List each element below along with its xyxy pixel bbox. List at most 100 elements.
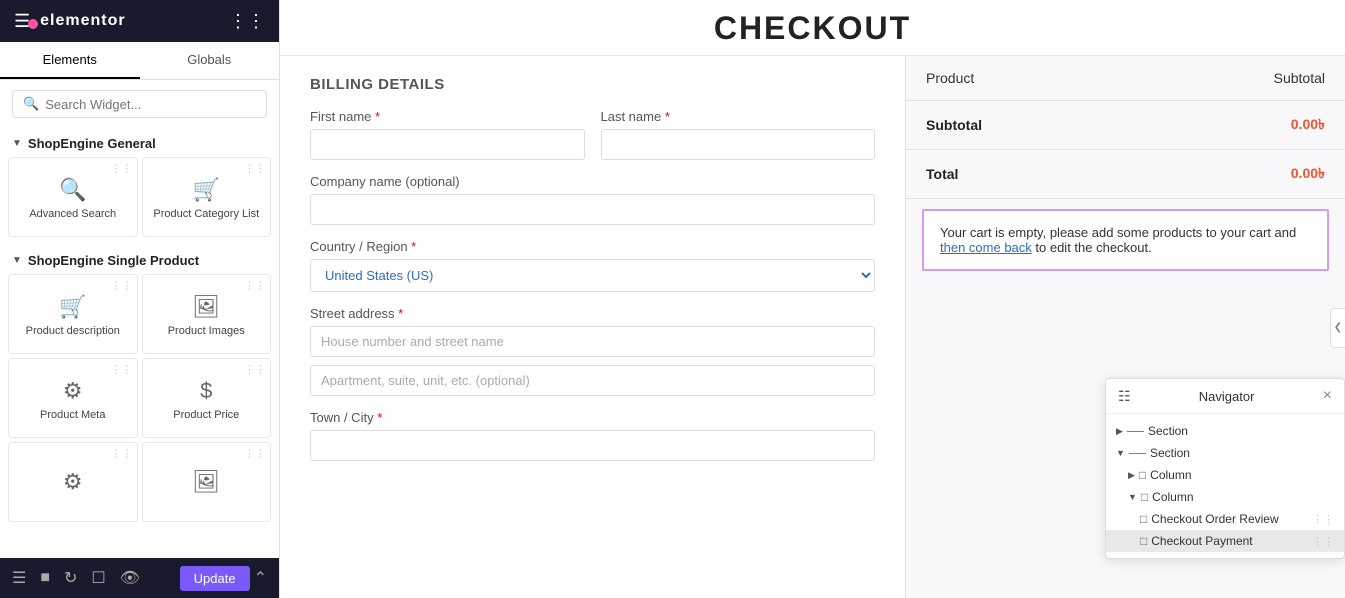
cart-empty-notice: Your cart is empty, please add some prod… [922, 209, 1329, 271]
widget-product-images[interactable]: ⋮⋮ 🖼 Product Images [142, 274, 272, 354]
chevron-up-button[interactable]: ⌃ [254, 568, 267, 588]
form-row-name: First name * Last name * [310, 109, 875, 160]
country-label: Country / Region * [310, 239, 875, 254]
sidebar: ☰ elementor ⋮⋮ Elements Globals 🔍 ▼ Shop… [0, 0, 280, 598]
widget-label-advanced-search: Advanced Search [29, 207, 116, 221]
app-container: ☰ elementor ⋮⋮ Elements Globals 🔍 ▼ Shop… [0, 0, 1345, 598]
nav-column-icon-1: □ [1139, 468, 1146, 482]
last-name-required: * [665, 109, 670, 124]
form-group-city: Town / City * [310, 410, 875, 461]
widget-product-price[interactable]: ⋮⋮ $ Product Price [142, 358, 272, 438]
search-input[interactable] [45, 97, 256, 112]
city-input[interactable] [310, 430, 875, 461]
nav-arrow-section-1: ▶ [1116, 426, 1123, 437]
widget-drag-handle-2: ⋮⋮ [244, 162, 266, 175]
widget-product-description[interactable]: ⋮⋮ 🛒 Product description [8, 274, 138, 354]
subtotal-value: 0.00৳ [1131, 101, 1345, 150]
advanced-search-icon: 🔍 [59, 177, 86, 203]
navigator-close-button[interactable]: × [1323, 387, 1332, 405]
order-summary: Product Subtotal Subtotal 0.00৳ Total 0.… [905, 56, 1345, 598]
widget-label-product-description: Product description [26, 324, 120, 338]
company-label: Company name (optional) [310, 174, 875, 189]
widget-product-category-list[interactable]: ⋮⋮ 🛒 Product Category List [142, 157, 272, 237]
panels-icon[interactable]: ■ [40, 569, 50, 587]
section-arrow-general: ▼ [12, 138, 22, 149]
widget-drag-handle-6: ⋮⋮ [244, 363, 266, 376]
nav-column-icon-2: □ [1141, 490, 1148, 504]
nav-arrow-column-2: ▼ [1128, 492, 1137, 502]
section-shopengine-general[interactable]: ▼ ShopEngine General [0, 128, 279, 157]
nav-item-checkout-order-review[interactable]: □ Checkout Order Review ⋮⋮ [1106, 508, 1344, 530]
grid-icon[interactable]: ⋮⋮ [229, 11, 265, 32]
nav-section-icon-1: ── [1127, 424, 1144, 438]
nav-checkout-order-label: Checkout Order Review [1151, 512, 1308, 526]
tab-globals[interactable]: Globals [140, 42, 280, 79]
first-name-label: First name * [310, 109, 585, 124]
sidebar-tabs: Elements Globals [0, 42, 279, 80]
update-button[interactable]: Update [180, 566, 250, 591]
widget-drag-handle-8: ⋮⋮ [244, 447, 266, 460]
widget-advanced-search[interactable]: ⋮⋮ 🔍 Advanced Search [8, 157, 138, 237]
navigator-panel: ☷ Navigator × ▶ ── Section ▼ [1105, 378, 1345, 559]
total-label: Total [906, 150, 1131, 199]
section-shopengine-single-product[interactable]: ▼ ShopEngine Single Product [0, 245, 279, 274]
street-input[interactable] [310, 326, 875, 357]
nav-drag-checkout-payment: ⋮⋮ [1312, 535, 1334, 548]
widget-drag-handle-3: ⋮⋮ [111, 279, 133, 292]
nav-section-2-label: Section [1150, 446, 1334, 460]
widget-product-meta[interactable]: ⋮⋮ ⚙ Product Meta [8, 358, 138, 438]
form-group-street: Street address * [310, 306, 875, 396]
widget-6[interactable]: ⋮⋮ 🖼 [142, 442, 272, 522]
col-product: Product [906, 56, 1131, 101]
form-group-first-name: First name * [310, 109, 585, 160]
nav-checkout-payment-icon: □ [1140, 534, 1147, 548]
nav-checkout-order-icon: □ [1140, 512, 1147, 526]
apartment-input[interactable] [310, 365, 875, 396]
billing-title: BILLING DETAILS [310, 76, 875, 93]
bottom-bar: ☰ ■ ↻ ☐ 👁 Update ⌃ [0, 558, 279, 598]
header-left: ☰ elementor [14, 11, 126, 32]
total-value: 0.00৳ [1131, 150, 1345, 199]
nav-arrow-section-2: ▼ [1116, 448, 1125, 458]
nav-column-1-label: Column [1150, 468, 1334, 482]
nav-item-column-2[interactable]: ▼ □ Column [1106, 486, 1344, 508]
section-arrow-single: ▼ [12, 255, 22, 266]
responsive-icon[interactable]: ☐ [91, 568, 105, 588]
collapse-button[interactable]: ❮ [1330, 308, 1345, 348]
widget-label-product-price: Product Price [173, 408, 239, 422]
widget-drag-handle-5: ⋮⋮ [111, 363, 133, 376]
widget-label-product-images: Product Images [168, 324, 245, 338]
product-meta-icon: ⚙ [63, 378, 83, 404]
col-subtotal: Subtotal [1131, 56, 1345, 101]
section-title-single: ShopEngine Single Product [28, 253, 199, 268]
company-input[interactable] [310, 194, 875, 225]
nav-arrow-column-1: ▶ [1128, 470, 1135, 481]
nav-item-column-1[interactable]: ▶ □ Column [1106, 464, 1344, 486]
app-logo: elementor [40, 12, 125, 30]
widget-drag-handle: ⋮⋮ [111, 162, 133, 175]
page-body: BILLING DETAILS First name * Last name * [280, 56, 1345, 598]
history-icon[interactable]: ↻ [64, 568, 77, 588]
last-name-input[interactable] [601, 129, 876, 160]
section-title-general: ShopEngine General [28, 136, 156, 151]
country-select[interactable]: United States (US) [310, 259, 875, 292]
cart-link[interactable]: then come back [940, 240, 1032, 255]
order-table: Product Subtotal Subtotal 0.00৳ Total 0.… [906, 56, 1345, 199]
widget-5[interactable]: ⋮⋮ ⚙ [8, 442, 138, 522]
nav-item-section-1[interactable]: ▶ ── Section [1106, 420, 1344, 442]
street-label: Street address * [310, 306, 875, 321]
nav-item-section-2[interactable]: ▼ ── Section [1106, 442, 1344, 464]
layers-icon[interactable]: ☰ [12, 568, 26, 588]
nav-section-icon-2: ── [1129, 446, 1146, 460]
widget-drag-handle-7: ⋮⋮ [111, 447, 133, 460]
first-name-required: * [375, 109, 380, 124]
form-group-last-name: Last name * [601, 109, 876, 160]
first-name-input[interactable] [310, 129, 585, 160]
tab-elements[interactable]: Elements [0, 42, 140, 79]
navigator-icon: ☷ [1118, 388, 1131, 405]
widget-label-product-meta: Product Meta [40, 408, 105, 422]
nav-item-checkout-payment[interactable]: □ Checkout Payment ⋮⋮ [1106, 530, 1344, 552]
bottom-bar-icons: ☰ ■ ↻ ☐ 👁 [12, 568, 140, 588]
preview-icon[interactable]: 👁 [120, 568, 140, 588]
nav-section-1-label: Section [1148, 424, 1334, 438]
